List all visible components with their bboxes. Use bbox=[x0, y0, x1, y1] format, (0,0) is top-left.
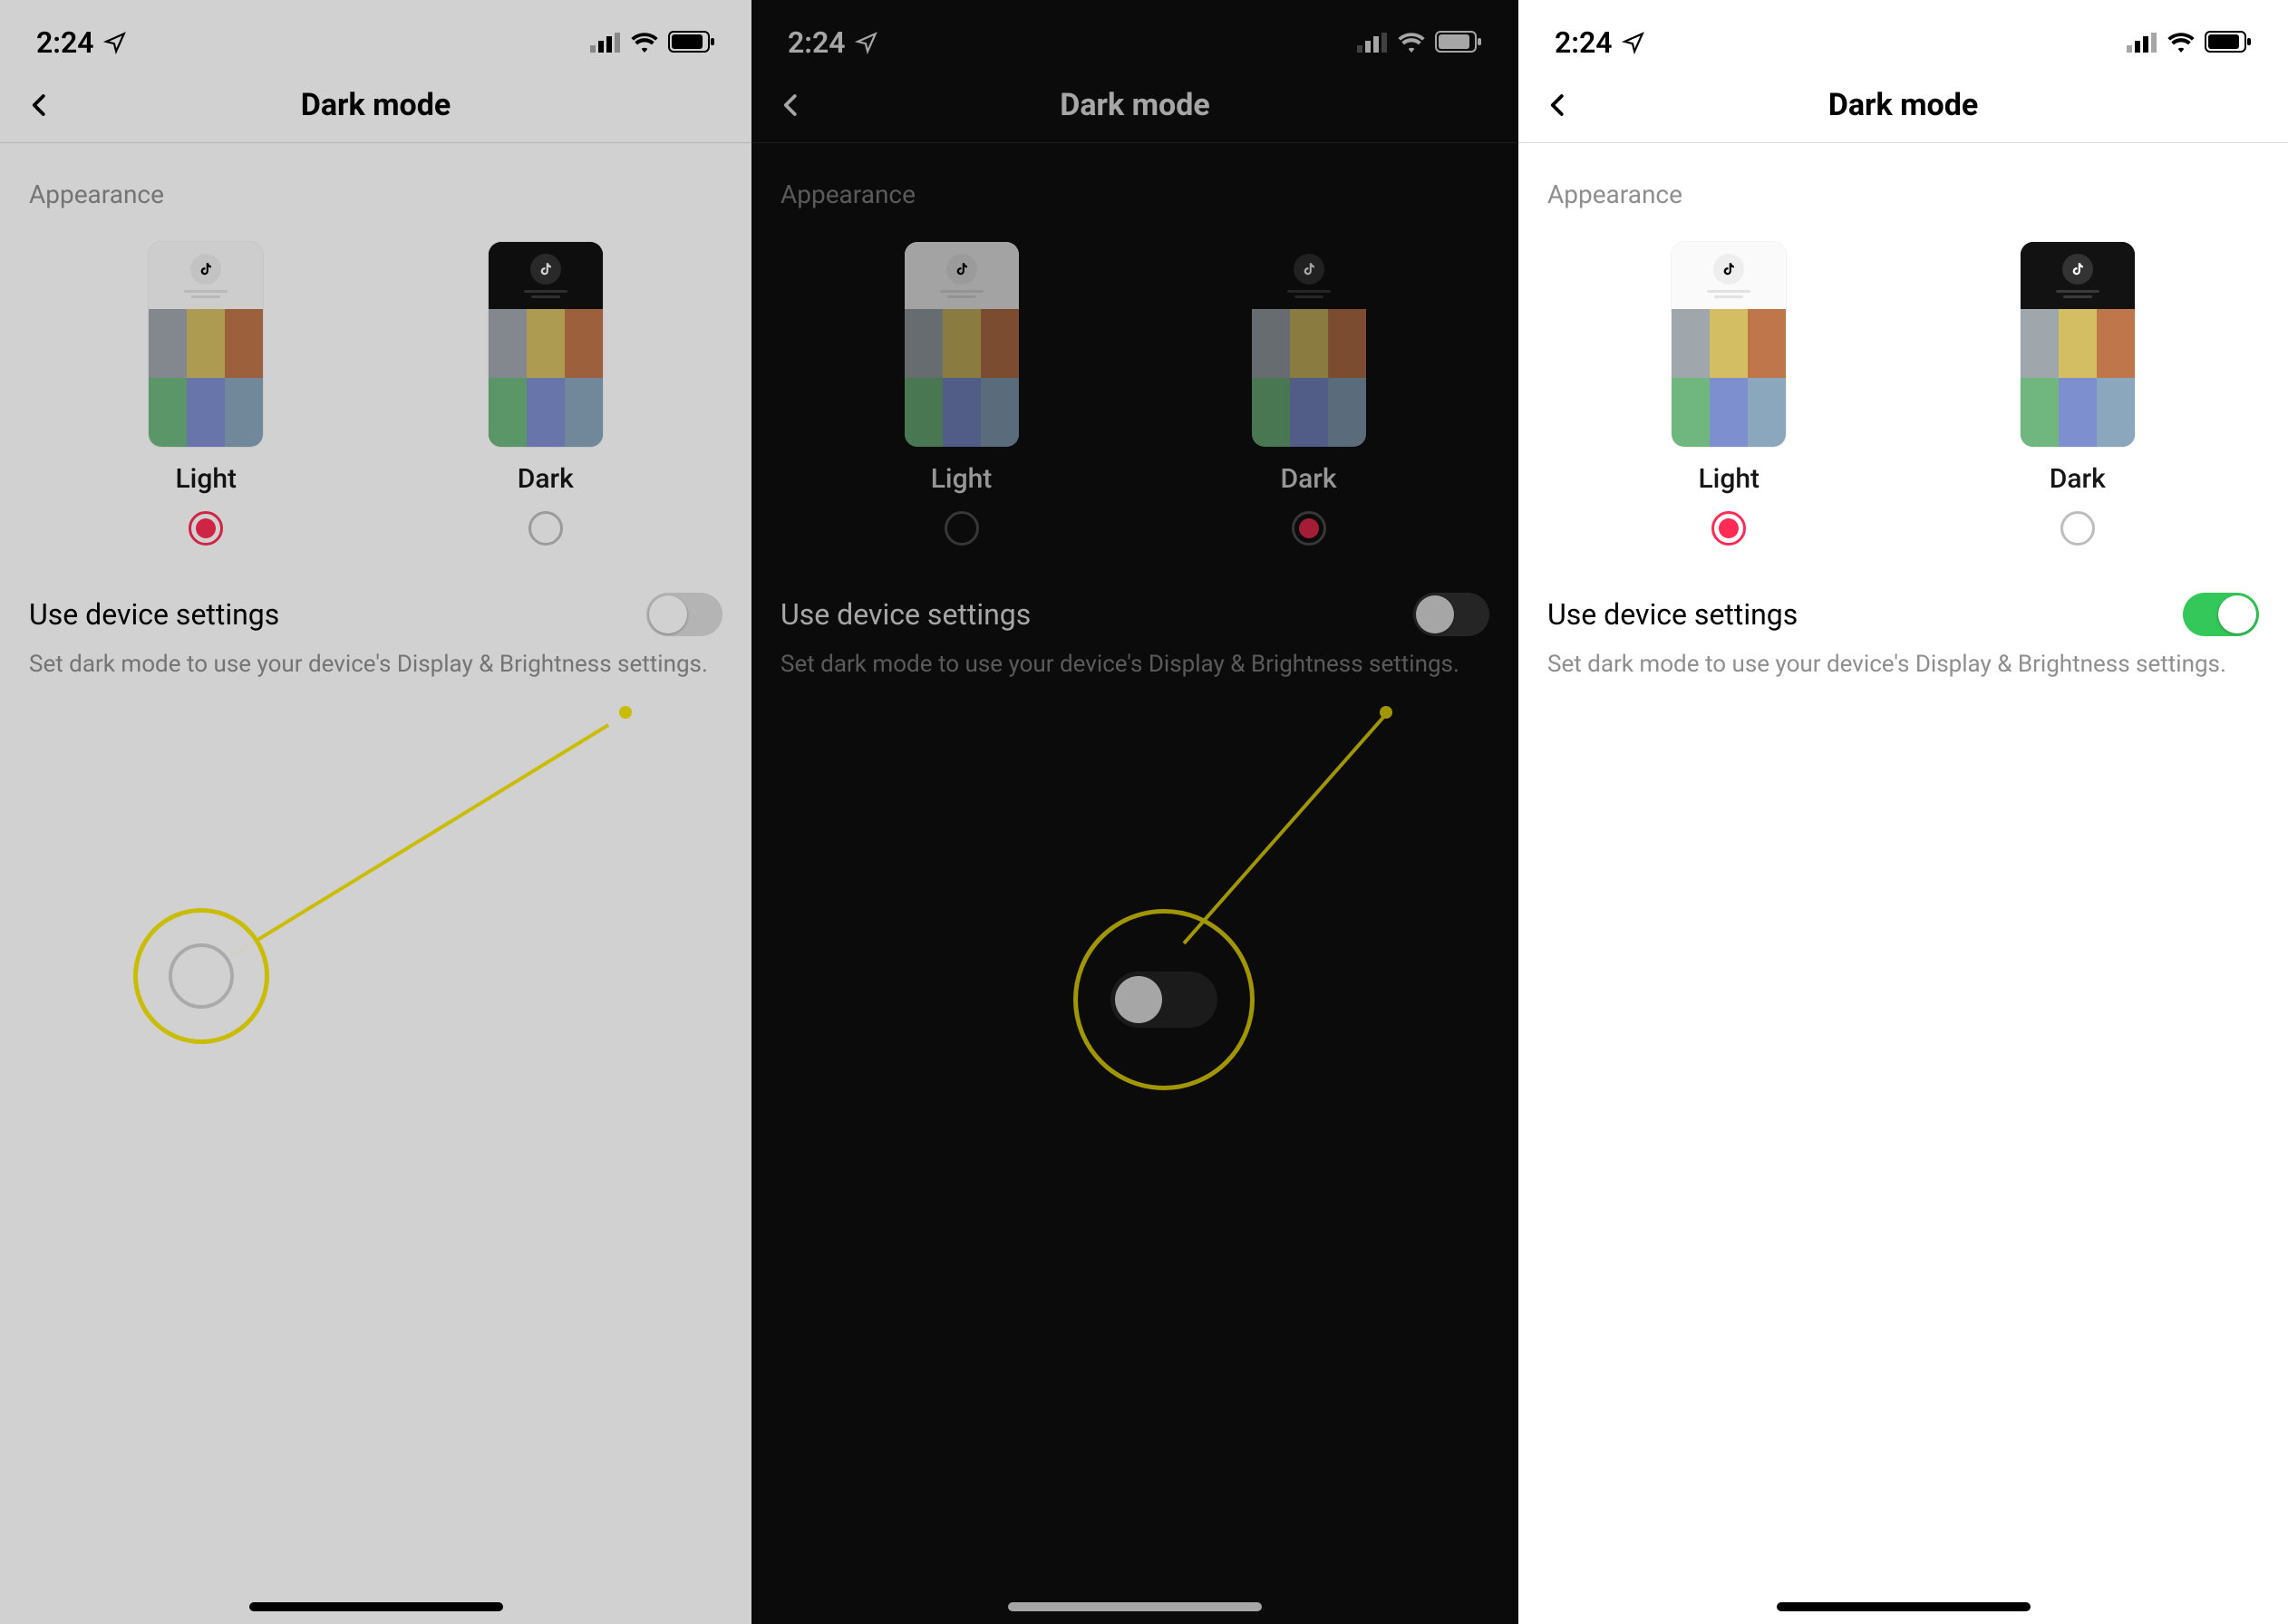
theme-preview-light bbox=[149, 242, 263, 447]
radio-light[interactable] bbox=[189, 511, 223, 546]
device-settings-row: Use device settings bbox=[1518, 555, 2288, 643]
section-appearance-label: Appearance bbox=[1518, 143, 2288, 224]
tiktok-icon bbox=[190, 254, 221, 285]
battery-icon bbox=[668, 25, 715, 60]
status-time: 2:24 bbox=[788, 25, 846, 60]
radio-dark[interactable] bbox=[2060, 511, 2095, 546]
theme-row: Light Dark bbox=[751, 224, 1518, 555]
page-title: Dark mode bbox=[1828, 87, 1979, 123]
page-title: Dark mode bbox=[1060, 87, 1210, 123]
theme-label-light: Light bbox=[1698, 463, 1760, 495]
theme-preview-light bbox=[1672, 242, 1786, 447]
header: Dark mode bbox=[0, 67, 751, 143]
signal-icon bbox=[2127, 25, 2157, 60]
location-arrow-icon bbox=[855, 31, 878, 54]
callout-highlight-ring bbox=[1073, 909, 1255, 1090]
device-settings-toggle[interactable] bbox=[1413, 593, 1489, 636]
theme-label-dark: Dark bbox=[518, 463, 574, 495]
home-indicator[interactable] bbox=[249, 1602, 503, 1611]
phone-panel-2: 2:24 Dark mode Appearance bbox=[751, 0, 1518, 1624]
callout-line bbox=[1182, 715, 1385, 944]
callout-highlight-ring bbox=[133, 908, 269, 1044]
signal-icon bbox=[590, 25, 621, 60]
device-settings-label: Use device settings bbox=[780, 597, 1031, 632]
theme-option-dark[interactable]: Dark bbox=[1252, 242, 1366, 546]
location-arrow-icon bbox=[1622, 31, 1645, 54]
theme-preview-dark bbox=[1252, 242, 1366, 447]
theme-preview-dark bbox=[489, 242, 603, 447]
theme-option-light[interactable]: Light bbox=[1672, 242, 1786, 546]
theme-option-light[interactable]: Light bbox=[149, 242, 263, 546]
tiktok-icon bbox=[946, 254, 977, 285]
status-bar: 2:24 bbox=[0, 0, 751, 67]
section-appearance-label: Appearance bbox=[0, 143, 751, 224]
device-settings-description: Set dark mode to use your device's Displ… bbox=[0, 643, 751, 681]
signal-icon bbox=[1357, 25, 1388, 60]
theme-label-dark: Dark bbox=[2050, 463, 2106, 495]
radio-dark[interactable] bbox=[1292, 511, 1326, 546]
theme-label-light: Light bbox=[931, 463, 993, 495]
callout-anchor-dot bbox=[619, 706, 632, 719]
theme-row: Light Dark bbox=[0, 224, 751, 555]
radio-light[interactable] bbox=[945, 511, 979, 546]
back-button[interactable] bbox=[18, 83, 62, 127]
wifi-icon bbox=[1397, 25, 1426, 60]
back-button[interactable] bbox=[770, 83, 813, 127]
theme-option-light[interactable]: Light bbox=[905, 242, 1019, 546]
location-arrow-icon bbox=[103, 31, 127, 54]
callout-line bbox=[230, 723, 609, 957]
home-indicator[interactable] bbox=[1008, 1602, 1262, 1611]
theme-row: Light Dark bbox=[1518, 224, 2288, 555]
radio-light[interactable] bbox=[1711, 511, 1746, 546]
status-bar: 2:24 bbox=[751, 0, 1518, 67]
theme-preview-light bbox=[905, 242, 1019, 447]
header: Dark mode bbox=[1518, 67, 2288, 143]
theme-label-dark: Dark bbox=[1280, 463, 1336, 495]
device-settings-toggle[interactable] bbox=[2183, 593, 2259, 636]
page-title: Dark mode bbox=[301, 87, 451, 123]
device-settings-row: Use device settings bbox=[0, 555, 751, 643]
status-time: 2:24 bbox=[1555, 25, 1613, 60]
wifi-icon bbox=[2167, 25, 2196, 60]
device-settings-row: Use device settings bbox=[751, 555, 1518, 643]
phone-panel-1: 2:24 Dark mode Appearance bbox=[0, 0, 751, 1624]
battery-icon bbox=[1435, 25, 1482, 60]
status-bar: 2:24 bbox=[1518, 0, 2288, 67]
back-button[interactable] bbox=[1537, 83, 1580, 127]
home-indicator[interactable] bbox=[1777, 1602, 2031, 1611]
theme-label-light: Light bbox=[175, 463, 237, 495]
phone-panel-3: 2:24 Dark mode Appearance bbox=[1518, 0, 2288, 1624]
device-settings-description: Set dark mode to use your device's Displ… bbox=[1518, 643, 2288, 681]
theme-option-dark[interactable]: Dark bbox=[489, 242, 603, 546]
battery-icon bbox=[2205, 25, 2252, 60]
tiktok-icon bbox=[1294, 254, 1324, 285]
status-time: 2:24 bbox=[36, 25, 94, 60]
section-appearance-label: Appearance bbox=[751, 143, 1518, 224]
device-settings-label: Use device settings bbox=[29, 597, 279, 632]
tiktok-icon bbox=[2062, 254, 2093, 285]
theme-preview-dark bbox=[2021, 242, 2135, 447]
device-settings-label: Use device settings bbox=[1547, 597, 1798, 632]
wifi-icon bbox=[630, 25, 659, 60]
tiktok-icon bbox=[530, 254, 561, 285]
header: Dark mode bbox=[751, 67, 1518, 143]
tiktok-icon bbox=[1713, 254, 1744, 285]
device-settings-toggle[interactable] bbox=[646, 593, 722, 636]
radio-dark[interactable] bbox=[528, 511, 563, 546]
device-settings-description: Set dark mode to use your device's Displ… bbox=[751, 643, 1518, 681]
theme-option-dark[interactable]: Dark bbox=[2021, 242, 2135, 546]
callout-anchor-dot bbox=[1380, 706, 1392, 719]
